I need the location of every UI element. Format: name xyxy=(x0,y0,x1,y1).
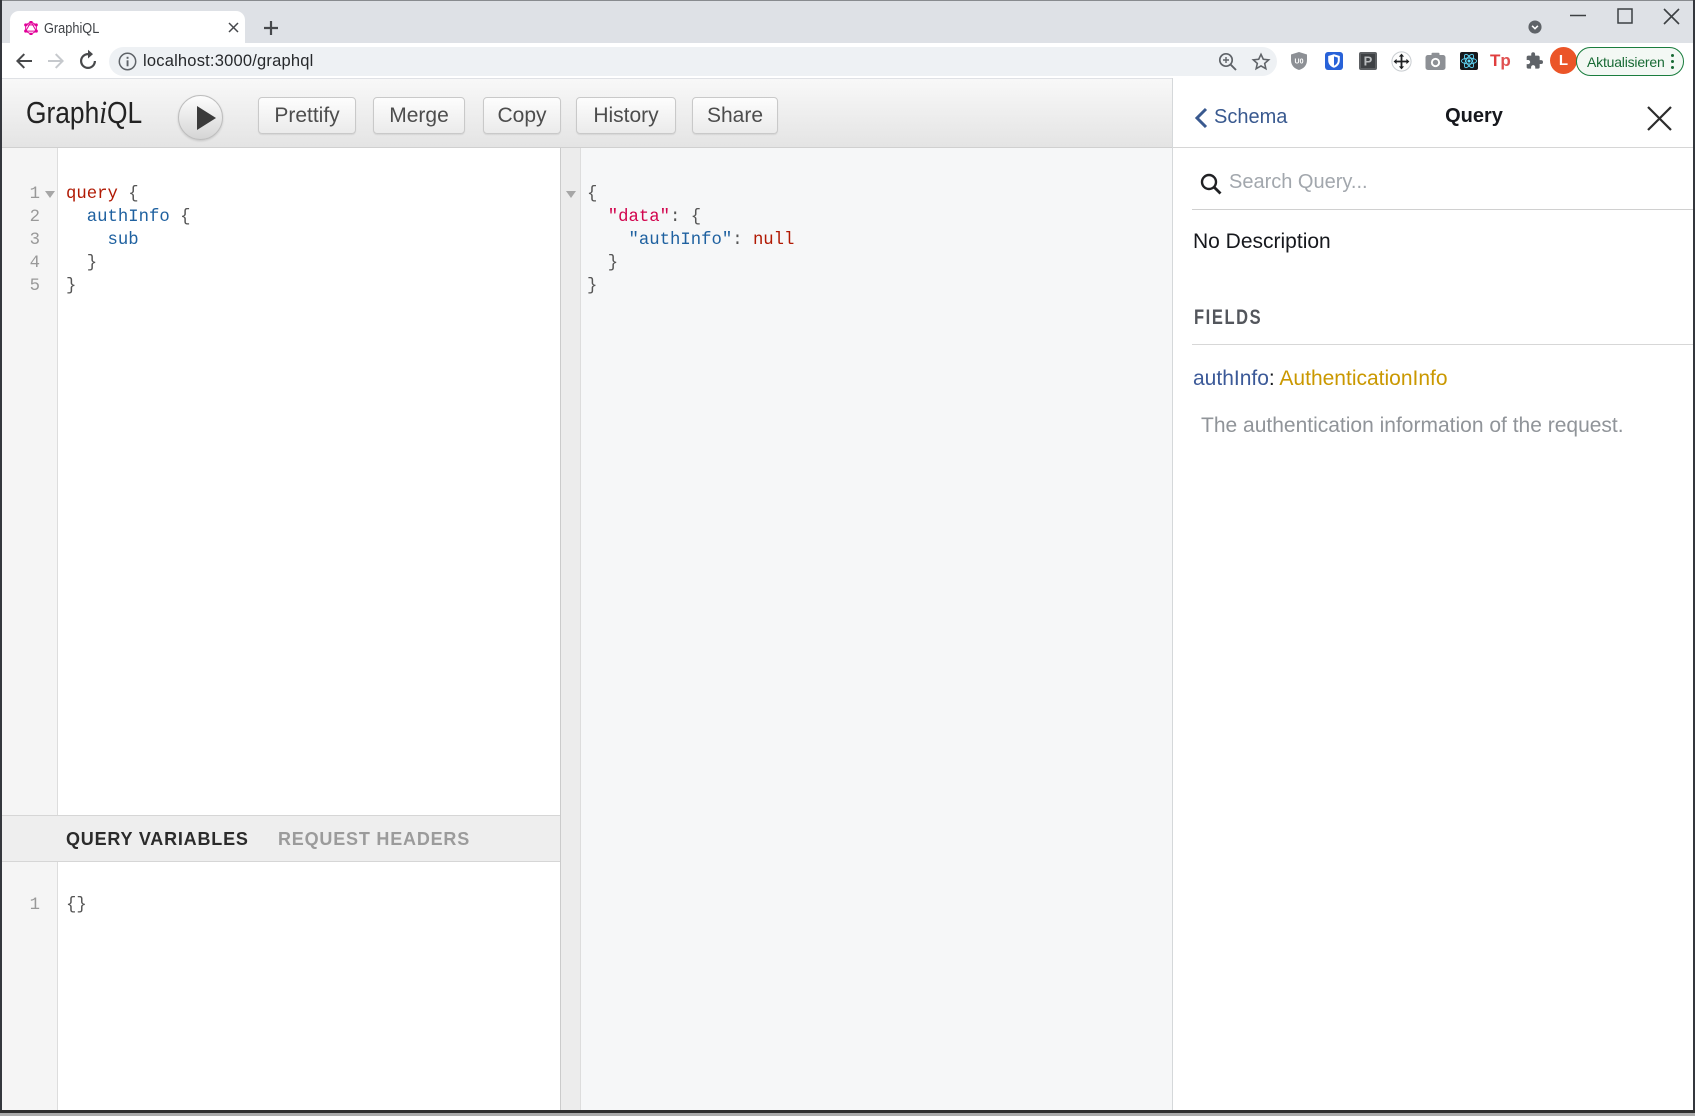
svg-text:P: P xyxy=(1364,54,1373,69)
svg-text:U0: U0 xyxy=(1295,59,1304,66)
